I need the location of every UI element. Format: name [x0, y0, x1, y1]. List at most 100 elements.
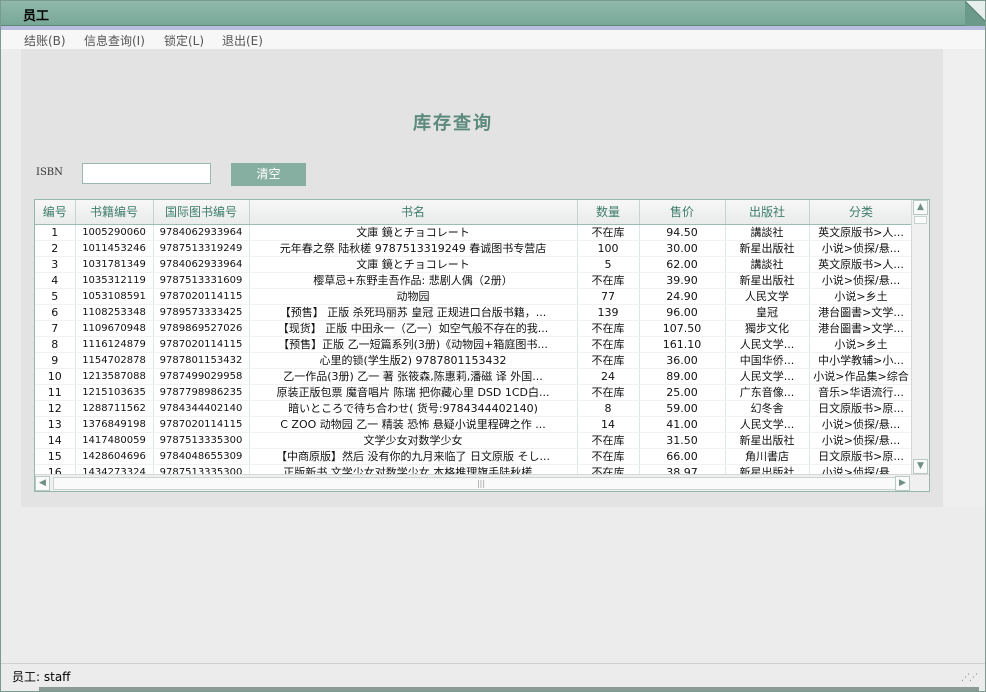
table-row[interactable]: 2 1011453246 9787513319249 元年春之祭 陆秋槎 978751…	[35, 240, 914, 257]
cell-price: 41.00	[639, 416, 726, 433]
cell-book-id: 1376849198	[75, 416, 154, 433]
status-user: 员工: staff	[12, 670, 71, 684]
table-row[interactable]: 10 1213587088 9787499029958 乙一作品(3册) 乙一 著 张…	[35, 368, 914, 385]
horizontal-scrollbar[interactable]: ◀ ||| ▶	[35, 474, 929, 491]
table-row[interactable]: 11 1215103635 9787798986235 原装正版包票 魔音唱片 陈瑞 …	[35, 384, 914, 401]
cell-id: 3	[35, 256, 76, 273]
table-row[interactable]: 14 1417480059 9787513335300 文学少女对数学少女 不在库 31.…	[35, 432, 914, 449]
cell-price: 39.90	[639, 272, 726, 289]
cell-quantity: 24	[577, 368, 640, 385]
table-row[interactable]: 13 1376849198 9787020114115 C ZOO 动物园 乙一 精装…	[35, 416, 914, 433]
column-header-quantity[interactable]: 数量	[577, 200, 640, 225]
resize-grip-icon[interactable]: ⋰⋰	[961, 673, 978, 683]
table-row[interactable]: 7 1109670948 9789869527026 【现货】 正版 中田永一（乙一）…	[35, 320, 914, 337]
cell-isbn: 9787020114115	[153, 288, 250, 305]
cell-title: 原装正版包票 魔音唱片 陈瑞 把你藏心里 DSD 1CD白...	[249, 384, 578, 401]
cell-isbn: 9784062933964	[153, 256, 250, 273]
cell-isbn: 9787513331609	[153, 272, 250, 289]
scroll-left-icon[interactable]: ◀	[35, 476, 50, 491]
menu-exit[interactable]: 退出(E)	[222, 32, 263, 49]
cell-id: 14	[35, 432, 76, 449]
cell-publisher: 人民文学...	[725, 416, 810, 433]
cell-category: 小说>乡土	[809, 336, 914, 353]
column-header-price[interactable]: 售价	[639, 200, 726, 225]
column-header-title[interactable]: 书名	[249, 200, 578, 225]
cell-id: 1	[35, 224, 76, 241]
cell-isbn: 9787798986235	[153, 384, 250, 401]
cell-quantity: 8	[577, 400, 640, 417]
cell-publisher: 人民文学...	[725, 336, 810, 353]
table-row[interactable]: 8 1116124879 9787020114115 【预售】正版 乙一短篇系列(3册…	[35, 336, 914, 353]
table-row[interactable]: 1 1005290060 9784062933964 文庫 鏡とチョコレート 不在库 94…	[35, 224, 914, 241]
cell-isbn: 9787801153432	[153, 352, 250, 369]
cell-quantity: 不在库	[577, 336, 640, 353]
cell-price: 96.00	[639, 304, 726, 321]
inventory-table[interactable]: 编号 书籍编号 国际图书编号 书名 数量 售价 出版社 分类 1 10052900…	[34, 199, 930, 492]
cell-price: 25.00	[639, 384, 726, 401]
vertical-scrollbar[interactable]: ▲ ▼	[911, 200, 929, 474]
column-header-publisher[interactable]: 出版社	[725, 200, 810, 225]
cell-price: 62.00	[639, 256, 726, 273]
table-row[interactable]: 3 1031781349 9784062933964 文庫 鏡とチョコレート 5 62.0…	[35, 256, 914, 273]
cell-price: 24.90	[639, 288, 726, 305]
cell-quantity: 不在库	[577, 432, 640, 449]
column-header-isbn[interactable]: 国际图书编号	[153, 200, 250, 225]
scroll-right-icon[interactable]: ▶	[895, 476, 910, 491]
table-row[interactable]: 12 1288711562 9784344402140 暗いところで待ち合わせ( 货号…	[35, 400, 914, 417]
cell-publisher: 广东音像...	[725, 384, 810, 401]
cell-id: 15	[35, 448, 76, 465]
cell-price: 107.50	[639, 320, 726, 337]
cell-publisher: 獨步文化	[725, 320, 810, 337]
cell-quantity: 不在库	[577, 448, 640, 465]
cell-id: 11	[35, 384, 76, 401]
cell-category: 小说>侦探/悬...	[809, 240, 914, 257]
scroll-down-icon[interactable]: ▼	[913, 459, 928, 474]
table-row[interactable]: 15 1428604696 9784048655309 【中商原版】然后 没有你的九月…	[35, 448, 914, 465]
cell-book-id: 1116124879	[75, 336, 154, 353]
cell-quantity: 不在库	[577, 352, 640, 369]
table-row[interactable]: 4 1035312119 9787513331609 樱草忌+东野圭吾作品: 悲剧人偶…	[35, 272, 914, 289]
cell-id: 7	[35, 320, 76, 337]
cell-category: 港台圖書>文学...	[809, 304, 914, 321]
cell-publisher: 講談社	[725, 224, 810, 241]
cell-id: 4	[35, 272, 76, 289]
cell-category: 日文原版书>原...	[809, 448, 914, 465]
clear-button[interactable]: 清空	[231, 163, 306, 186]
cell-id: 10	[35, 368, 76, 385]
column-header-book-id[interactable]: 书籍编号	[75, 200, 154, 225]
cell-price: 31.50	[639, 432, 726, 449]
cell-price: 36.00	[639, 352, 726, 369]
cell-title: 【中商原版】然后 没有你的九月来临了 日文原版 そし...	[249, 448, 578, 465]
title-bar[interactable]: 员工	[1, 1, 985, 26]
cell-title: 【预售】 正版 杀死玛丽苏 皇冠 正规进口台版书籍，...	[249, 304, 578, 321]
cell-publisher: 新星出版社	[725, 272, 810, 289]
cell-title: 心里的锁(学生版2) 9787801153432	[249, 352, 578, 369]
cell-isbn: 9787499029958	[153, 368, 250, 385]
scroll-up-icon[interactable]: ▲	[913, 200, 928, 215]
content-margin	[943, 49, 985, 507]
column-header-id[interactable]: 编号	[35, 200, 76, 225]
cell-title: 樱草忌+东野圭吾作品: 悲剧人偶（2册）	[249, 272, 578, 289]
menu-checkout[interactable]: 结账(B)	[24, 32, 66, 49]
table-row[interactable]: 5 1053108591 9787020114115 动物园 77 24.90 人民文学 小说…	[35, 288, 914, 305]
cell-book-id: 1213587088	[75, 368, 154, 385]
cell-title: 暗いところで待ち合わせ( 货号:9784344402140)	[249, 400, 578, 417]
app-window: 员工 结账(B) 信息查询(I) 锁定(L) 退出(E) 库存查询 ISBN 清…	[0, 0, 986, 692]
cell-id: 2	[35, 240, 76, 257]
menu-lock[interactable]: 锁定(L)	[164, 32, 204, 49]
table-row[interactable]: 9 1154702878 9787801153432 心里的锁(学生版2) 97878…	[35, 352, 914, 369]
cell-id: 5	[35, 288, 76, 305]
column-header-category[interactable]: 分类	[809, 200, 914, 225]
cell-price: 161.10	[639, 336, 726, 353]
vertical-scroll-thumb[interactable]	[914, 216, 927, 224]
cell-isbn: 9787513335300	[153, 432, 250, 449]
isbn-input[interactable]	[82, 163, 211, 184]
cell-category: 小说>乡土	[809, 288, 914, 305]
cell-category: 小说>作品集>综合	[809, 368, 914, 385]
menu-info-query[interactable]: 信息查询(I)	[84, 32, 145, 49]
cell-isbn: 9784048655309	[153, 448, 250, 465]
folded-corner-icon	[965, 1, 985, 26]
horizontal-scroll-thumb[interactable]: |||	[53, 477, 909, 490]
cell-publisher: 新星出版社	[725, 240, 810, 257]
table-row[interactable]: 6 1108253348 9789573333425 【预售】 正版 杀死玛丽苏 皇冠…	[35, 304, 914, 321]
